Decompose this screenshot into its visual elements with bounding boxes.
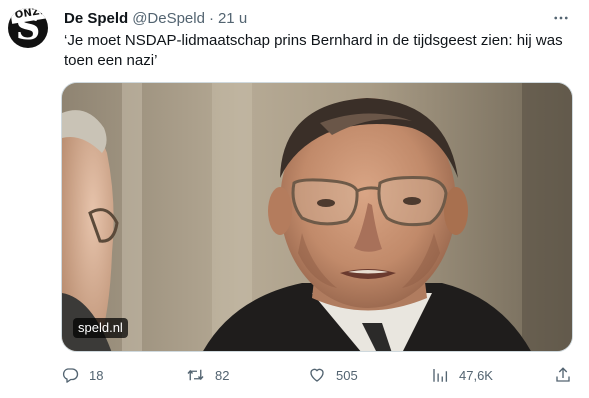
- more-horizontal-icon: [554, 16, 568, 20]
- reply-icon: [62, 368, 79, 383]
- avatar[interactable]: S ONZEEKT: [8, 8, 48, 48]
- user-handle[interactable]: @DeSpeld: [132, 10, 205, 27]
- tweet-header: De Speld @DeSpeld · 21 u: [64, 8, 247, 28]
- reply-count: 18: [89, 367, 104, 383]
- like-count: 505: [336, 367, 358, 383]
- repost-count: 82: [215, 367, 230, 383]
- tweet-text: ‘Je moet NSDAP-lidmaatschap prins Bernha…: [64, 32, 563, 69]
- portrait-photo: [62, 83, 572, 351]
- media-source-label[interactable]: speld.nl: [73, 318, 128, 338]
- repost-button[interactable]: 82: [186, 364, 229, 386]
- views-count: 47,6K: [459, 367, 493, 383]
- tweet-card[interactable]: S ONZEEKT De Speld @DeSpeld · 21 u ‘Je m…: [0, 0, 589, 398]
- heart-icon: [310, 368, 324, 382]
- views-chart-icon: [433, 369, 448, 382]
- action-bar: 18 82 505 47,6K: [61, 364, 577, 386]
- views-button[interactable]: 47,6K: [431, 364, 493, 386]
- repost-icon: [187, 369, 204, 381]
- separator-dot: ·: [208, 9, 214, 27]
- share-button[interactable]: [554, 364, 572, 386]
- like-button[interactable]: 505: [308, 364, 358, 386]
- share-icon: [556, 367, 570, 382]
- timestamp[interactable]: 21 u: [218, 10, 247, 27]
- display-name[interactable]: De Speld: [64, 10, 128, 27]
- reply-button[interactable]: 18: [61, 364, 103, 386]
- tweet-media-image[interactable]: [61, 82, 573, 352]
- more-options-button[interactable]: [551, 8, 571, 28]
